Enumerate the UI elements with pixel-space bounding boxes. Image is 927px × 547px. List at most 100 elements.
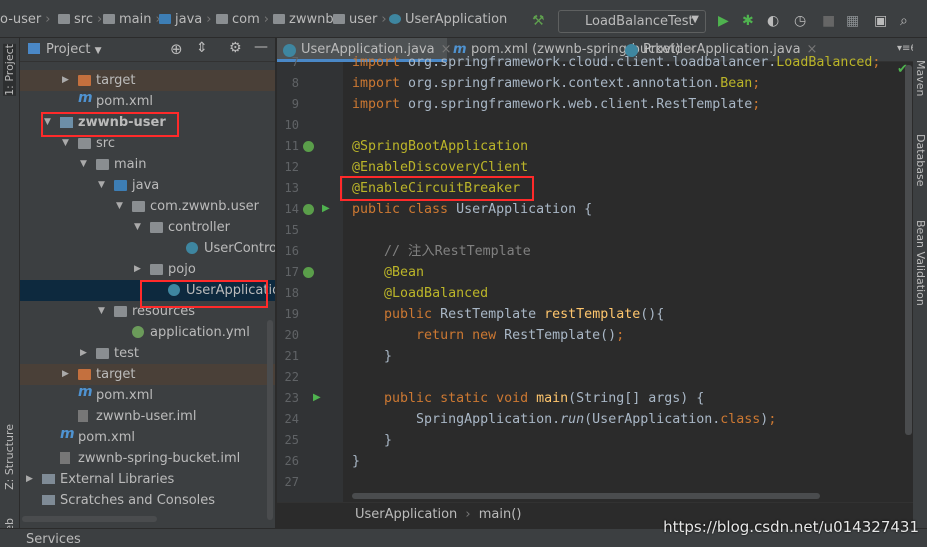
run-gutter-icon[interactable]: ▶ xyxy=(322,203,330,214)
tree-item[interactable]: ▶ External Libraries xyxy=(20,469,275,490)
coverage-icon[interactable]: ◐ xyxy=(767,13,779,29)
tree-item[interactable]: ▼ main xyxy=(20,154,275,175)
breadcrumb-item[interactable]: user › xyxy=(333,12,391,27)
code-breadcrumb-class[interactable]: UserApplication xyxy=(355,507,457,522)
project-structure-icon[interactable]: ▦ xyxy=(846,13,859,29)
tree-item-label: application.yml xyxy=(150,325,250,340)
code-token: } xyxy=(352,433,393,448)
chevron-down-icon[interactable]: ▼ xyxy=(98,301,105,322)
tree-horizontal-scrollbar[interactable] xyxy=(22,516,157,522)
tree-item[interactable]: ▼ java xyxy=(20,175,275,196)
tree-item[interactable]: m pom.xml xyxy=(20,90,275,112)
breadcrumb-item[interactable]: java › xyxy=(159,12,215,27)
code-line[interactable]: @Bean xyxy=(352,262,424,283)
code-line[interactable]: return new RestTemplate(); xyxy=(352,325,624,346)
tree-item[interactable]: ▼ com.zwwnb.user xyxy=(20,196,275,217)
code-token: (){ xyxy=(640,307,665,322)
tree-item[interactable]: ▶ pojo xyxy=(20,259,275,280)
code-line[interactable]: import org.springframework.context.annot… xyxy=(352,73,760,94)
code-token: (UserApplication. xyxy=(584,412,721,427)
chevron-down-icon[interactable]: ▼ xyxy=(98,175,105,196)
breadcrumb-item[interactable]: src › xyxy=(58,12,106,27)
chevron-down-icon[interactable]: ▼ xyxy=(95,46,102,56)
tree-item[interactable]: m pom.xml xyxy=(20,384,275,406)
tree-item[interactable]: ▶ target xyxy=(20,70,275,91)
code-line[interactable]: SpringApplication.run(UserApplication.cl… xyxy=(352,409,776,430)
code-token: import xyxy=(352,76,409,91)
tool-button-maven[interactable]: Maven xyxy=(914,60,927,96)
editor-vertical-scrollbar[interactable] xyxy=(905,65,912,435)
chevron-right-icon[interactable]: ▶ xyxy=(26,469,33,490)
editor-horizontal-scrollbar[interactable] xyxy=(352,493,820,499)
code-line[interactable]: @SpringBootApplication xyxy=(352,136,528,157)
code-line[interactable]: // 注入RestTemplate xyxy=(352,241,531,262)
tree-item-label: External Libraries xyxy=(60,472,175,487)
chevron-right-icon[interactable]: ▶ xyxy=(134,259,141,280)
tree-item[interactable]: UserController xyxy=(20,238,276,259)
spring-bean-icon[interactable] xyxy=(303,141,314,152)
code-line[interactable]: @EnableDiscoveryClient xyxy=(352,157,528,178)
locate-icon[interactable]: ⊕ xyxy=(170,40,183,58)
code-line[interactable]: import org.springframework.web.client.Re… xyxy=(352,94,760,115)
project-tool-button[interactable]: 1: Project xyxy=(3,44,16,96)
tree-item[interactable]: Scratches and Consoles xyxy=(20,490,275,511)
tree-item-label: UserController xyxy=(204,241,276,256)
tool-button-bean-validation[interactable]: Bean Validation xyxy=(914,220,927,306)
build-hammer-icon[interactable]: ⚒ xyxy=(532,13,545,29)
profile-icon[interactable]: ◷ xyxy=(794,13,806,29)
run-gutter-icon[interactable]: ▶ xyxy=(313,392,321,403)
tree-vertical-scrollbar[interactable] xyxy=(267,320,273,520)
stop-icon[interactable]: ■ xyxy=(822,13,835,29)
code-token: ; xyxy=(872,55,881,70)
breadcrumb-item[interactable]: com › xyxy=(216,12,273,27)
chevron-right-icon[interactable]: ▶ xyxy=(62,70,69,91)
gear-icon[interactable]: ⚙ xyxy=(229,40,242,56)
code-token: RestTemplate() xyxy=(504,328,617,343)
chevron-right-icon[interactable]: ▶ xyxy=(62,364,69,385)
code-line[interactable]: } xyxy=(352,430,392,451)
debug-icon[interactable]: ✱ xyxy=(742,13,754,29)
code-line[interactable]: } xyxy=(352,451,360,472)
tool-button-database[interactable]: Database xyxy=(914,134,927,187)
tree-item-label: controller xyxy=(168,220,231,235)
code-breadcrumb-method[interactable]: main() xyxy=(479,507,522,522)
code-line[interactable]: @LoadBalanced xyxy=(352,283,488,304)
code-token: ; xyxy=(616,328,625,343)
window-icon[interactable]: ▣ xyxy=(874,13,887,29)
tree-item[interactable]: zwwnb-user.iml xyxy=(20,406,275,427)
services-tool-button[interactable]: Services xyxy=(26,532,81,547)
tree-item[interactable]: ▶ target xyxy=(20,364,275,385)
chevron-right-icon[interactable]: ▶ xyxy=(80,343,87,364)
run-icon[interactable]: ▶ xyxy=(718,13,729,29)
breadcrumb-item[interactable]: main› xyxy=(103,12,165,27)
code-line[interactable]: public static void main(String[] args) { xyxy=(352,388,704,409)
tree-item[interactable]: ▶ test xyxy=(20,343,275,364)
code-line[interactable]: } xyxy=(352,346,392,367)
tree-item-label: pom.xml xyxy=(78,430,135,445)
search-icon[interactable]: ⌕ xyxy=(900,13,908,29)
spring-bean-icon[interactable] xyxy=(303,204,314,215)
structure-tool-button[interactable]: Z: Structure xyxy=(3,424,16,490)
run-configuration-select[interactable]: LoadBalanceTest ▼ xyxy=(558,10,706,33)
code-editor[interactable] xyxy=(343,62,913,502)
breadcrumb-item[interactable]: UserApplication xyxy=(389,12,507,27)
folder-icon xyxy=(96,348,109,359)
code-line[interactable]: public RestTemplate restTemplate(){ xyxy=(352,304,664,325)
tree-item-label: pom.xml xyxy=(96,94,153,109)
spring-bean-icon[interactable] xyxy=(303,267,314,278)
minimize-icon[interactable]: — xyxy=(254,39,268,55)
tree-item[interactable]: application.yml xyxy=(20,322,275,343)
chevron-down-icon[interactable]: ▼ xyxy=(134,217,141,238)
code-line[interactable]: public class UserApplication { xyxy=(352,199,592,220)
tree-item[interactable]: m pom.xml xyxy=(20,426,275,448)
tree-item[interactable]: ▼ controller xyxy=(20,217,275,238)
tree-item-label: pojo xyxy=(168,262,196,277)
project-view-select[interactable]: Project xyxy=(46,42,90,57)
chevron-down-icon[interactable]: ▼ xyxy=(80,154,87,175)
collapse-all-icon[interactable]: ⇕ xyxy=(196,40,208,56)
tree-item[interactable]: zwwnb-spring-bucket.iml xyxy=(20,448,275,469)
chevron-down-icon[interactable]: ▼ xyxy=(116,196,123,217)
breadcrumb-item[interactable]: o-user › xyxy=(0,12,54,27)
code-line[interactable]: import org.springframework.cloud.client.… xyxy=(352,52,880,73)
code-token: UserApplication { xyxy=(456,202,593,217)
